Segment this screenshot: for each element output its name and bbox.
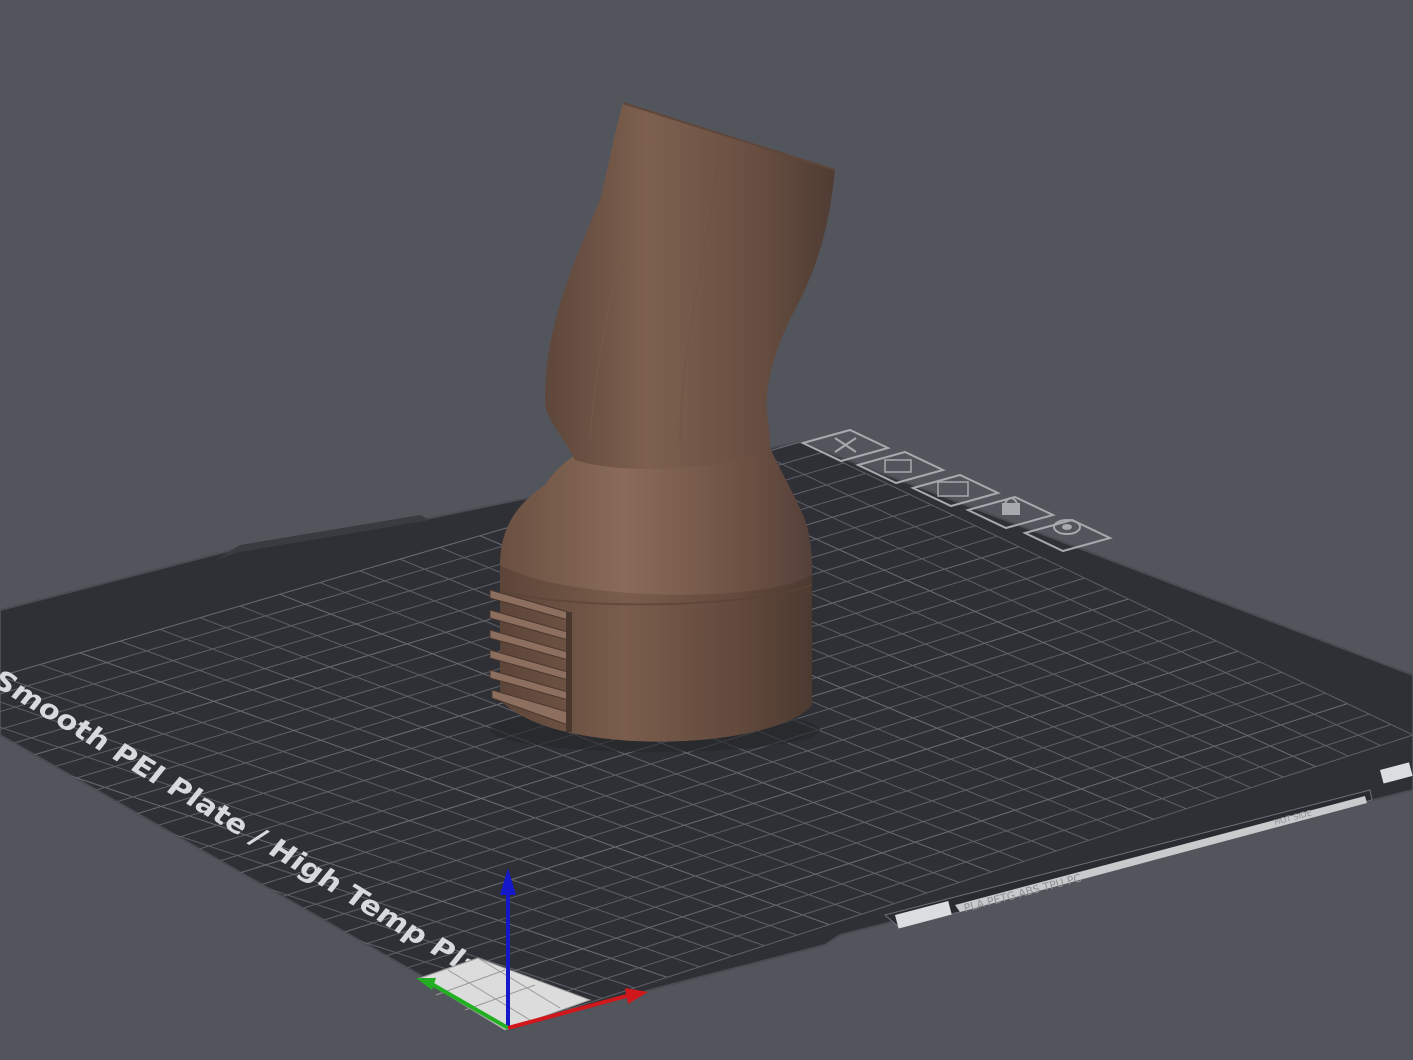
viewport-canvas[interactable]: PLA PETG ABS TPU PC HOT SIDE Smooth PEI … [0, 0, 1413, 1060]
y-axis-arrow [416, 978, 436, 990]
model-object[interactable] [489, 102, 836, 752]
3d-viewport[interactable]: PLA PETG ABS TPU PC HOT SIDE Smooth PEI … [0, 0, 1413, 1060]
